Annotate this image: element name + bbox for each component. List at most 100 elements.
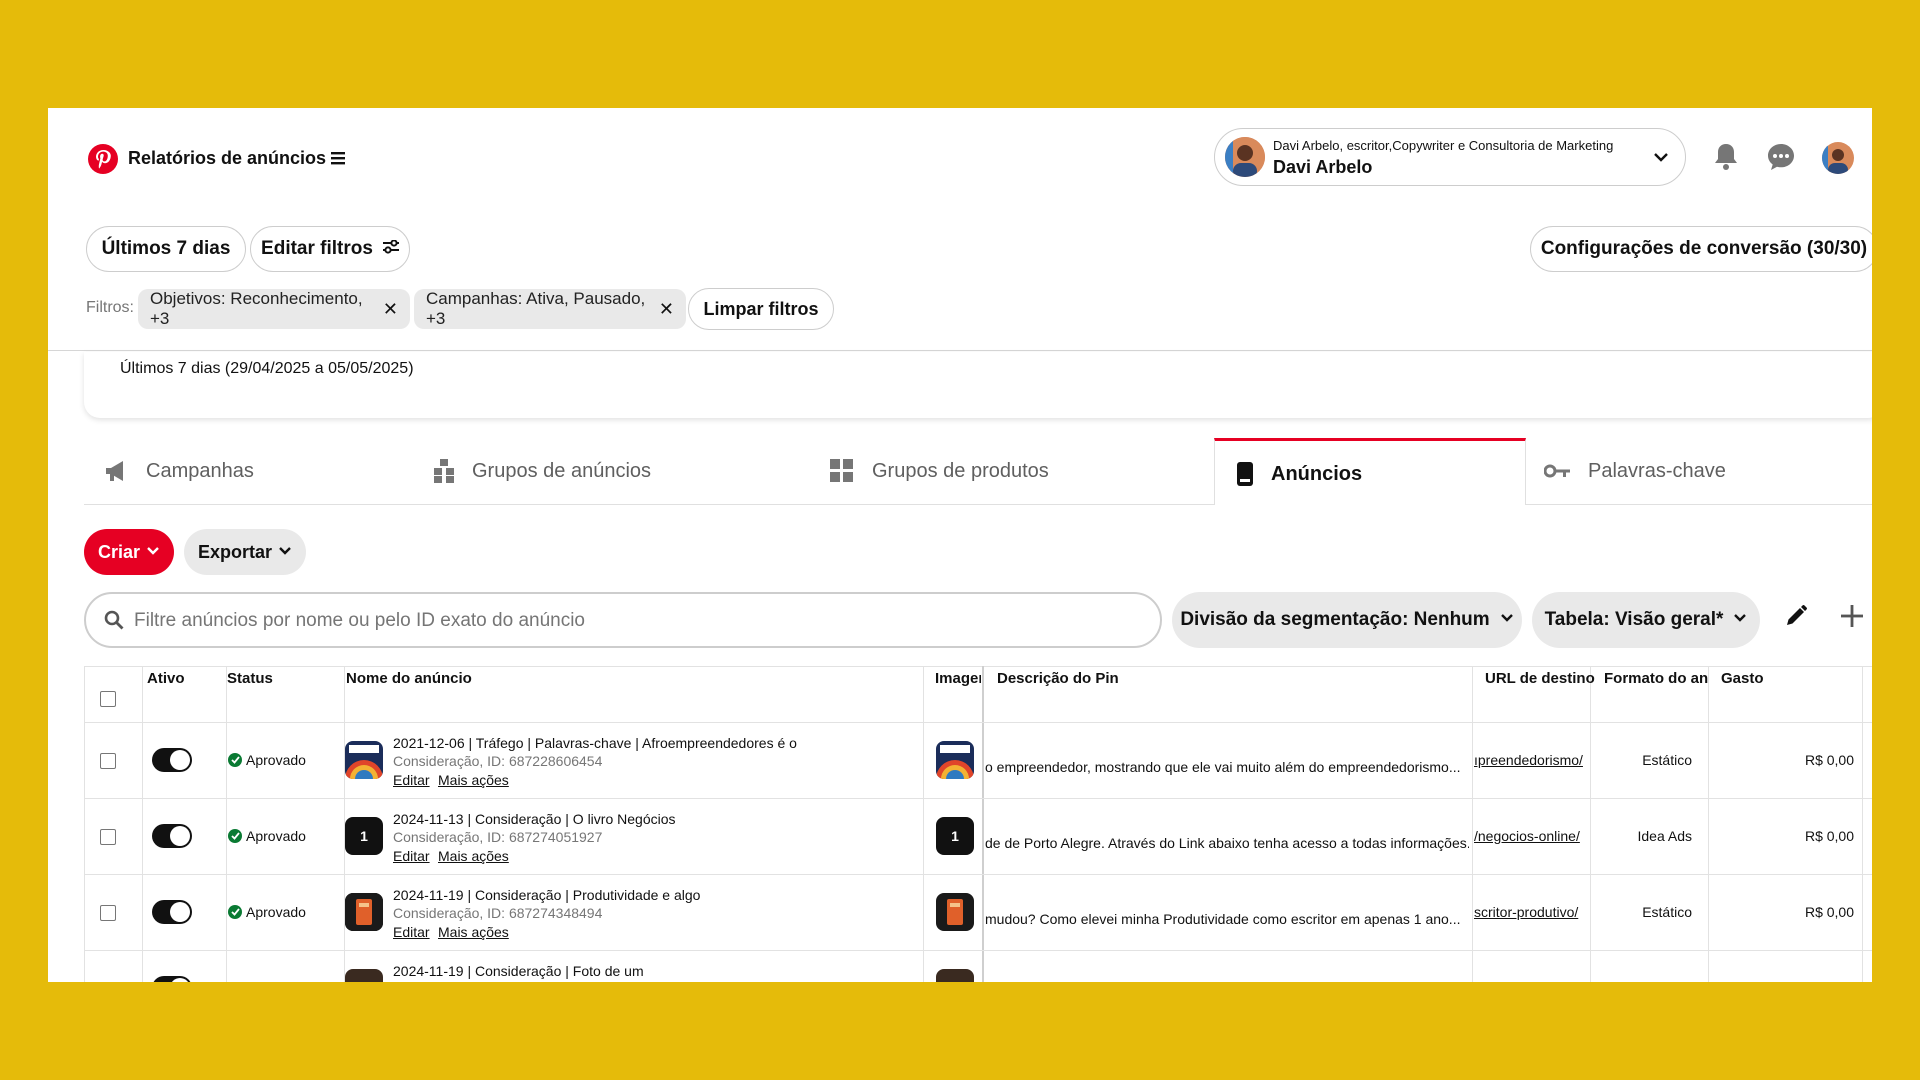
ad-format: Estático bbox=[1642, 752, 1692, 768]
ad-thumbnail bbox=[345, 893, 383, 931]
pencil-icon[interactable] bbox=[1784, 604, 1808, 633]
search-input[interactable] bbox=[132, 604, 1136, 638]
destination-url[interactable]: scritor-produtivo/ bbox=[1474, 904, 1588, 920]
tab-palavras-chave-label: Palavras-chave bbox=[1588, 459, 1726, 482]
ad-meta: Consideração, ID: 687228606454 bbox=[393, 753, 603, 769]
check-icon bbox=[228, 753, 242, 767]
pin-image bbox=[936, 893, 974, 931]
edit-link[interactable]: Editar bbox=[393, 924, 430, 940]
active-toggle[interactable] bbox=[152, 900, 192, 924]
pinterest-logo-icon[interactable] bbox=[88, 144, 118, 179]
tab-campanhas-label: Campanhas bbox=[146, 459, 254, 482]
tab-palavras-chave[interactable]: Palavras-chave bbox=[1544, 438, 1726, 504]
column-header-ativo[interactable]: Ativo bbox=[147, 670, 185, 687]
sliders-icon bbox=[382, 238, 399, 260]
filter-chip-campaigns[interactable]: Campanhas: Ativa, Pausado, +3 ✕ bbox=[414, 289, 686, 329]
ad-thumbnail bbox=[345, 969, 383, 982]
tab-grupos-de-produtos-label: Grupos de produtos bbox=[872, 459, 1049, 482]
chevron-down-icon bbox=[1733, 609, 1747, 631]
column-header-formato[interactable]: Formato do anúi bbox=[1604, 670, 1708, 687]
more-actions-link[interactable]: Mais ações bbox=[438, 924, 509, 940]
pin-image bbox=[936, 969, 974, 982]
app-window: Relatórios de anúncios Davi Arbelo, escr… bbox=[48, 108, 1872, 982]
ad-meta: Consideração, ID: 687274051927 bbox=[393, 829, 603, 845]
table-view-dropdown[interactable]: Tabela: Visão geral* bbox=[1532, 592, 1760, 648]
messages-icon[interactable] bbox=[1766, 142, 1796, 177]
search-box[interactable] bbox=[84, 592, 1162, 648]
conversion-settings-button[interactable]: Configurações de conversão (30/30) bbox=[1530, 226, 1872, 272]
check-icon bbox=[228, 905, 242, 919]
ad-format: Idea Ads bbox=[1637, 828, 1693, 844]
tab-anuncios-label: Anúncios bbox=[1271, 463, 1363, 485]
search-icon bbox=[104, 610, 124, 635]
tab-grupos-de-anuncios[interactable]: Grupos de anúncios bbox=[434, 438, 651, 504]
segmentation-label: Divisão da segmentação: Nenhum bbox=[1180, 609, 1490, 630]
segmentation-dropdown[interactable]: Divisão da segmentação: Nenhum bbox=[1172, 592, 1522, 648]
edit-link[interactable]: Editar bbox=[393, 772, 430, 788]
edit-filters-label: Editar filtros bbox=[261, 238, 373, 259]
column-header-imagem[interactable]: Imager bbox=[935, 670, 981, 687]
row-checkbox[interactable] bbox=[100, 829, 116, 845]
create-button-label: Criar bbox=[97, 541, 141, 562]
date-range-button[interactable]: Últimos 7 dias bbox=[86, 226, 246, 272]
spend-value: R$ 0,00 bbox=[1804, 828, 1854, 844]
ad-name[interactable]: 2024-11-13 | Consideração | O livro Negó… bbox=[393, 811, 676, 827]
check-icon bbox=[228, 829, 242, 843]
spend-value: R$ 0,00 bbox=[1804, 904, 1854, 920]
clear-filters-button[interactable]: Limpar filtros bbox=[688, 288, 834, 330]
account-name: Davi Arbelo bbox=[1273, 157, 1373, 177]
ad-groups-icon bbox=[434, 459, 454, 483]
status-text: Aprovado bbox=[246, 752, 306, 768]
pin-description: mudou? Como elevei minha Produtividade c… bbox=[985, 911, 1461, 927]
close-icon[interactable]: ✕ bbox=[659, 299, 674, 320]
ad-name[interactable]: 2024-11-19 | Consideração | Produtividad… bbox=[393, 887, 700, 903]
column-header-nome[interactable]: Nome do anúncio bbox=[346, 670, 472, 687]
tab-anuncios[interactable]: Anúncios bbox=[1214, 438, 1526, 505]
date-range-card: Últimos 7 dias (29/04/2025 a 05/05/2025) bbox=[84, 352, 1872, 418]
chevron-down-icon bbox=[1653, 149, 1669, 170]
grid-icon bbox=[830, 459, 853, 482]
active-toggle[interactable] bbox=[152, 748, 192, 772]
page-title: Relatórios de anúncios bbox=[128, 148, 327, 168]
ad-format: Estático bbox=[1642, 904, 1692, 920]
status-text: Aprovado bbox=[246, 828, 306, 844]
destination-url[interactable]: /negocios-online/ bbox=[1474, 828, 1588, 844]
user-avatar[interactable] bbox=[1822, 142, 1854, 174]
more-actions-link[interactable]: Mais ações bbox=[438, 772, 509, 788]
spend-value: R$ 0,00 bbox=[1804, 752, 1854, 768]
export-button[interactable]: Exportar bbox=[184, 529, 306, 575]
row-checkbox[interactable] bbox=[100, 905, 116, 921]
filter-chip-objectives-label: Objetivos: Reconhecimento, +3 bbox=[150, 289, 363, 328]
account-switcher[interactable]: Davi Arbelo, escritor,Copywriter e Consu… bbox=[1214, 128, 1686, 186]
column-header-status[interactable]: Status bbox=[227, 670, 273, 687]
account-avatar bbox=[1225, 137, 1265, 177]
tabs-divider bbox=[84, 504, 1872, 505]
edit-filters-button[interactable]: Editar filtros bbox=[250, 226, 410, 272]
filter-chip-objectives[interactable]: Objetivos: Reconhecimento, +3 ✕ bbox=[138, 289, 410, 329]
tab-grupos-de-produtos[interactable]: Grupos de produtos bbox=[830, 438, 1049, 504]
ad-name[interactable]: 2021-12-06 | Tráfego | Palavras-chave | … bbox=[393, 735, 797, 751]
megaphone-icon bbox=[106, 461, 123, 481]
tab-grupos-de-anuncios-label: Grupos de anúncios bbox=[472, 459, 652, 482]
ad-thumbnail bbox=[345, 741, 383, 779]
ad-meta: Consideração, ID: 687274348494 bbox=[393, 905, 603, 921]
tab-campanhas[interactable]: Campanhas bbox=[104, 438, 254, 504]
ad-name[interactable]: 2024-11-19 | Consideração | Foto de um bbox=[393, 963, 644, 979]
select-all-checkbox[interactable] bbox=[100, 691, 116, 707]
edit-link[interactable]: Editar bbox=[393, 848, 430, 864]
pin-image bbox=[936, 741, 974, 779]
active-toggle[interactable] bbox=[152, 824, 192, 848]
more-actions-link[interactable]: Mais ações bbox=[438, 848, 509, 864]
column-header-url[interactable]: URL de destino bbox=[1485, 670, 1595, 687]
row-checkbox[interactable] bbox=[100, 753, 116, 769]
plus-icon[interactable] bbox=[1840, 604, 1864, 633]
destination-url[interactable]: ıpreendedorismo/ bbox=[1474, 752, 1588, 768]
active-toggle[interactable] bbox=[152, 976, 192, 982]
column-header-descricao[interactable]: Descrição do Pin bbox=[997, 670, 1119, 687]
bell-icon[interactable] bbox=[1712, 142, 1740, 177]
status-text: Aprovado bbox=[246, 904, 306, 920]
close-icon[interactable]: ✕ bbox=[383, 299, 398, 320]
column-header-gasto[interactable]: Gasto bbox=[1721, 670, 1764, 687]
create-button[interactable]: Criar bbox=[84, 529, 174, 575]
menu-icon[interactable] bbox=[330, 150, 346, 171]
